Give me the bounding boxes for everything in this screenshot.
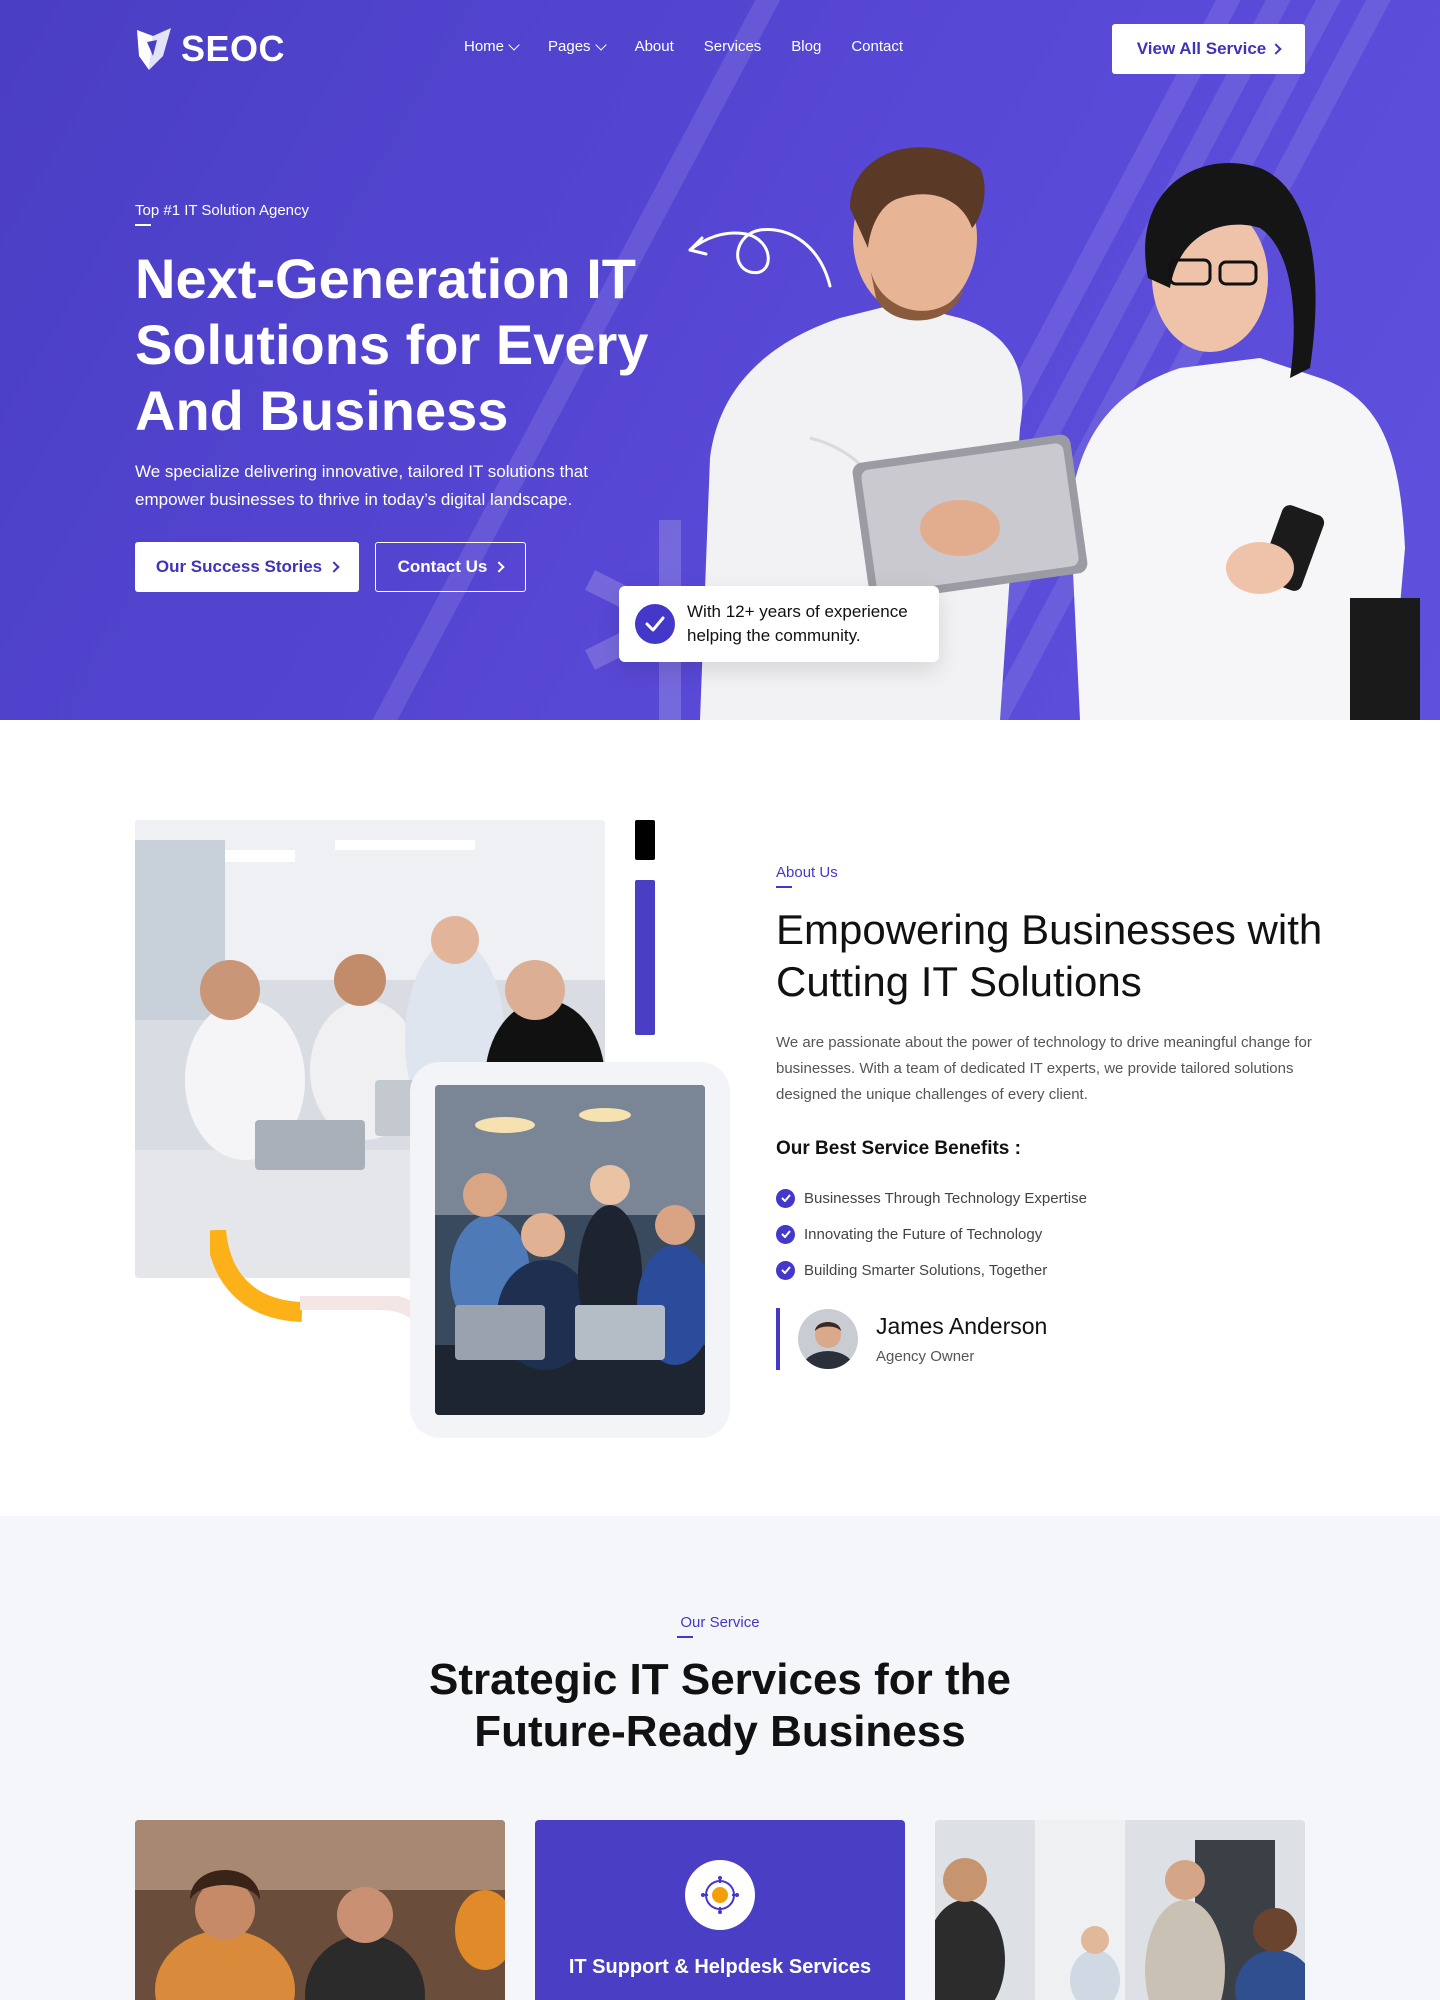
hero-description: We specialize delivering innovative, tai… [135, 462, 588, 509]
support-icon [685, 1860, 755, 1930]
services-title: Strategic IT Services for the Future-Rea… [429, 1655, 1011, 1756]
check-circle-icon [776, 1260, 795, 1280]
about-section-tag: About Us [776, 864, 838, 881]
check-circle-icon [776, 1188, 795, 1208]
benefits-title: Our Best Service Benefits : [776, 1138, 1021, 1159]
list-item: Businesses Through Technology Expertise [776, 1180, 1087, 1216]
benefit-text: Innovating the Future of Technology [804, 1225, 1043, 1243]
list-item: Building Smarter Solutions, Together [776, 1252, 1087, 1288]
service-card-image [935, 1820, 1305, 2000]
owner-name: James Anderson [876, 1313, 1048, 1339]
success-stories-button[interactable]: Our Success Stories [135, 542, 359, 592]
chevron-down-icon [594, 38, 607, 51]
chevron-down-icon [508, 38, 520, 51]
nav-item-about[interactable]: About [635, 38, 674, 55]
benefit-text: Building Smarter Solutions, Together [804, 1261, 1048, 1279]
service-card[interactable] [935, 1820, 1305, 2000]
experience-text: With 12+ years of experience helping the… [687, 602, 908, 645]
button-label: View All Service [1136, 39, 1267, 58]
nav-item-label: Home [464, 38, 505, 55]
about-description: We are passionate about the power of tec… [776, 1034, 1312, 1103]
nav-item-label: Services [703, 38, 762, 55]
decorative-bar [635, 820, 655, 860]
about-title: Empowering Businesses with Cutting IT So… [776, 906, 1323, 1005]
contact-us-button[interactable]: Contact Us [375, 542, 526, 592]
owner-signature-block: James Anderson Agency Owner [776, 1308, 1047, 1370]
main-menu: Home Pages About Services Blog Contact [464, 38, 903, 55]
avatar [798, 1309, 858, 1369]
accent-bar [776, 1308, 780, 1370]
service-card[interactable]: IT Support & Helpdesk Services [535, 1820, 905, 2000]
button-label: Our Success Stories [155, 557, 323, 576]
check-circle-icon [776, 1224, 795, 1244]
owner-role: Agency Owner [876, 1348, 975, 1365]
tagline-underline [135, 224, 151, 226]
top-navigation: SEOC Home Pages About Services Blog Cont… [0, 0, 1440, 98]
nav-item-blog[interactable]: Blog [791, 38, 821, 55]
nav-item-home[interactable]: Home [464, 38, 520, 55]
brand-logo[interactable]: SEOC [135, 26, 285, 72]
benefits-list: Businesses Through Technology Expertise … [776, 1180, 1087, 1288]
owner-info: James Anderson Agency Owner [876, 1313, 1047, 1365]
about-team-laptop-image [435, 1085, 705, 1415]
services-section-tag: Our Service [680, 1614, 760, 1631]
logo-mark-icon [137, 28, 171, 70]
nav-item-pages[interactable]: Pages [548, 38, 607, 55]
chevron-right-icon [1270, 43, 1282, 55]
nav-item-label: Blog [791, 38, 822, 55]
view-all-service-button[interactable]: View All Service [1112, 24, 1305, 74]
nav-item-label: Pages [548, 38, 591, 55]
check-circle-icon [635, 604, 675, 644]
benefit-text: Businesses Through Technology Expertise [804, 1189, 1087, 1207]
tag-underline [776, 886, 792, 888]
chevron-right-icon [328, 561, 340, 573]
experience-card: With 12+ years of experience helping the… [619, 586, 939, 662]
nav-item-label: Contact [851, 38, 904, 55]
nav-item-label: About [634, 38, 674, 55]
service-card-image [135, 1820, 505, 2000]
button-label: Contact Us [397, 557, 488, 576]
hero-tagline: Top #1 IT Solution Agency [135, 202, 310, 219]
list-item: Innovating the Future of Technology [776, 1216, 1087, 1252]
service-card-title: IT Support & Helpdesk Services [568, 1956, 872, 1978]
brand-name: SEOC [181, 28, 286, 69]
service-card[interactable] [135, 1820, 505, 2000]
tag-underline [677, 1636, 693, 1638]
nav-item-services[interactable]: Services [704, 38, 762, 55]
hero-title: Next-Generation IT Solutions for Every A… [135, 247, 649, 442]
chevron-right-icon [493, 561, 506, 573]
nav-item-contact[interactable]: Contact [851, 38, 903, 55]
decorative-bar [635, 880, 655, 1035]
